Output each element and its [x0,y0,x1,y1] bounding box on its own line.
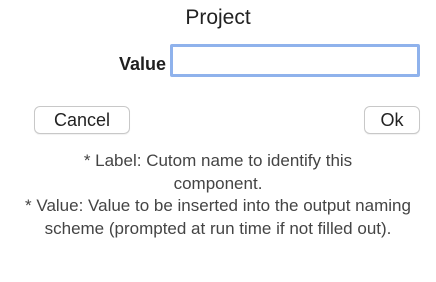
value-input[interactable] [170,44,420,77]
ok-button[interactable]: Ok [364,106,420,134]
cancel-button[interactable]: Cancel [34,106,130,134]
label-help-text: * Label: Cutom name to identify this com… [83,151,353,193]
help-text: * Label: Cutom name to identify this com… [0,150,436,240]
value-help-text: * Value: Value to be inserted into the o… [25,196,411,238]
value-label: Value [118,54,166,74]
dialog-title: Project [185,6,251,29]
